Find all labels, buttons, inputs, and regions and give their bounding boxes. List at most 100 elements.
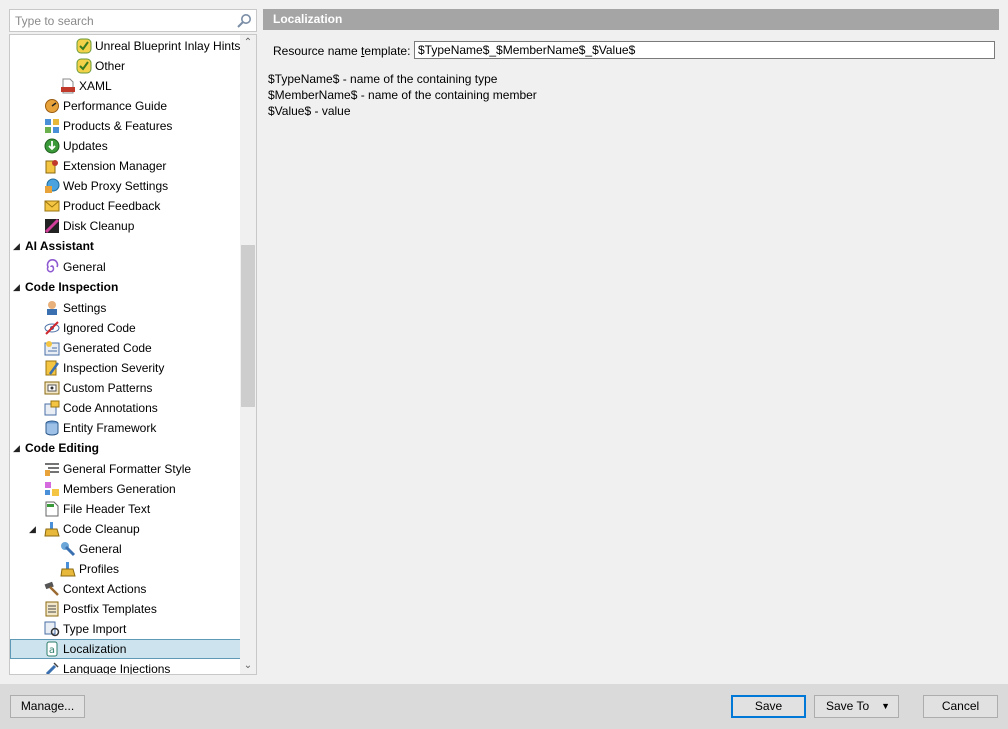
tree-item-other[interactable]: Other [10, 56, 241, 76]
tree-item-label: Ignored Code [63, 321, 136, 335]
search-input[interactable] [10, 10, 230, 31]
tree-item-postfix-templates[interactable]: Postfix Templates [10, 599, 241, 619]
tree-scrollbar[interactable]: ⌃ ⌄ [240, 35, 256, 674]
tree-item-extension-manager[interactable]: Extension Manager [10, 156, 241, 176]
inspection-severity-icon [45, 360, 60, 376]
updates-icon [44, 138, 60, 154]
tree-item-label: Product Feedback [63, 199, 161, 213]
tree-item-label: Context Actions [63, 582, 147, 596]
save-to-button[interactable]: Save To ▼ [814, 695, 899, 718]
tree-item-label: Generated Code [63, 341, 152, 355]
label-text: emplate: [364, 44, 411, 58]
tree-item-code-cleanup[interactable]: ◢ Code Cleanup [10, 519, 241, 539]
tree-item-label: Web Proxy Settings [63, 179, 169, 193]
ai-general-icon [46, 259, 59, 273]
products-features-icon [45, 119, 59, 133]
settings-tree-content: Unreal Blueprint Inlay Hints Other XAML … [10, 35, 241, 674]
resource-name-template-input[interactable]: $TypeName$_$MemberName$_$Value$ [414, 41, 995, 59]
tree-item-localization[interactable]: a Localization [10, 639, 241, 659]
tree-item-code-annotations[interactable]: Code Annotations [10, 398, 241, 418]
tree-item-ai-general[interactable]: General [10, 257, 241, 277]
formatter-icon [45, 463, 59, 476]
tree-item-label: Profiles [79, 562, 120, 576]
settings-icon [47, 301, 57, 315]
svg-text:a: a [49, 645, 55, 656]
tree-item-label: Code Annotations [63, 401, 158, 415]
tree-item-ignored-code[interactable]: Ignored Code [10, 318, 241, 338]
tree-item-general-formatter-style[interactable]: General Formatter Style [10, 459, 241, 479]
save-button[interactable]: Save [731, 695, 806, 718]
tree-item-entity-framework[interactable]: Entity Framework [10, 418, 241, 438]
syringe-icon [45, 662, 59, 674]
type-import-icon [44, 621, 60, 637]
manage-button[interactable]: Manage... [10, 695, 85, 718]
search-icon [237, 14, 251, 28]
custom-patterns-icon [44, 381, 60, 395]
tree-item-context-actions[interactable]: Context Actions [10, 579, 241, 599]
tree-item-performance-guide[interactable]: Performance Guide [10, 96, 241, 116]
entity-framework-icon [45, 420, 59, 436]
postfix-icon [45, 601, 59, 617]
tree-item-settings[interactable]: Settings [10, 298, 241, 318]
expand-triangle-icon[interactable]: ◢ [29, 519, 36, 539]
tree-item-label: File Header Text [63, 502, 151, 516]
tree-category-code-inspection[interactable]: ◢ Code Inspection [10, 277, 241, 297]
tree-item-xaml[interactable]: XAML [10, 76, 241, 96]
tree-item-label: Code Cleanup [63, 522, 140, 536]
inlay-hints-icon [76, 38, 92, 54]
tree-item-label: Other [95, 59, 126, 73]
tree-item-label: Performance Guide [63, 99, 168, 113]
tree-item-label: Settings [63, 301, 107, 315]
tree-item-unreal-blueprint-inlay-hints[interactable]: Unreal Blueprint Inlay Hints [10, 36, 241, 56]
hammer-icon [44, 581, 59, 596]
members-generation-icon [45, 482, 59, 496]
tree-item-web-proxy-settings[interactable]: Web Proxy Settings [10, 176, 241, 196]
tree-item-updates[interactable]: Updates [10, 136, 241, 156]
dropdown-arrow-icon[interactable]: ▼ [881, 696, 890, 717]
tree-item-cleanup-general[interactable]: General [10, 539, 241, 559]
tree-item-type-import[interactable]: Type Import [10, 619, 241, 639]
tree-item-product-feedback[interactable]: Product Feedback [10, 196, 241, 216]
ignored-code-icon [44, 321, 60, 335]
tree-item-custom-patterns[interactable]: Custom Patterns [10, 378, 241, 398]
tree-category-label: Code Editing [25, 441, 99, 455]
tree-item-label: Disk Cleanup [63, 219, 135, 233]
settings-tree[interactable]: Unreal Blueprint Inlay Hints Other XAML … [9, 34, 257, 675]
expand-triangle-icon[interactable]: ◢ [13, 236, 20, 256]
tree-item-file-header-text[interactable]: File Header Text [10, 499, 241, 519]
scroll-down-arrow-icon[interactable]: ⌄ [240, 658, 256, 674]
feedback-icon [44, 200, 60, 212]
tree-item-label: Localization [63, 642, 127, 656]
tree-item-members-generation[interactable]: Members Generation [10, 479, 241, 499]
extension-manager-icon [45, 160, 58, 174]
tree-category-ai-assistant[interactable]: ◢ AI Assistant [10, 236, 241, 256]
inlay-hints-icon [76, 58, 92, 74]
tree-item-profiles[interactable]: Profiles [10, 559, 241, 579]
scrollbar-thumb[interactable] [241, 245, 255, 407]
tree-item-label: Inspection Severity [63, 361, 165, 375]
tree-item-label: Language Injections [63, 662, 171, 674]
tree-item-inspection-severity[interactable]: Inspection Severity [10, 358, 241, 378]
help-line-value: $Value$ - value [268, 104, 351, 118]
page-title: Localization [263, 9, 999, 30]
save-to-label: Save To [826, 699, 870, 713]
resource-name-template-label: Resource name template: [273, 44, 410, 58]
tree-item-disk-cleanup[interactable]: Disk Cleanup [10, 216, 241, 236]
tree-item-language-injections[interactable]: Language Injections [10, 659, 241, 674]
tree-item-products-features[interactable]: Products & Features [10, 116, 241, 136]
help-line-typename: $TypeName$ - name of the containing type [268, 72, 498, 86]
expand-triangle-icon[interactable]: ◢ [13, 438, 20, 458]
localization-icon: a [46, 641, 58, 657]
performance-guide-icon [45, 99, 59, 113]
search-box[interactable] [9, 9, 257, 32]
tree-item-generated-code[interactable]: Generated Code [10, 338, 241, 358]
tree-category-code-editing[interactable]: ◢ Code Editing [10, 438, 241, 458]
tree-item-label: Custom Patterns [63, 381, 153, 395]
tree-item-label: Updates [63, 139, 108, 153]
scroll-up-arrow-icon[interactable]: ⌃ [240, 35, 256, 51]
expand-triangle-icon[interactable]: ◢ [13, 277, 20, 297]
tree-item-label: General [79, 542, 122, 556]
tree-item-label: Members Generation [63, 482, 176, 496]
cancel-button[interactable]: Cancel [923, 695, 998, 718]
tree-category-label: AI Assistant [25, 239, 94, 253]
